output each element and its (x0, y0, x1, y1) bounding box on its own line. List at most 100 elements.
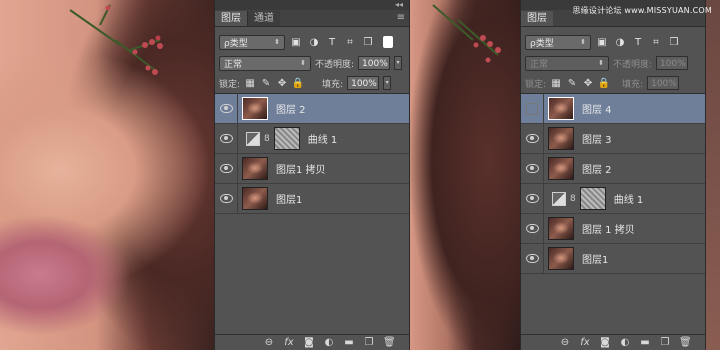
tab-channels[interactable]: 通道 (247, 11, 280, 26)
layer-name: 图层 2 (582, 165, 612, 176)
pixel-filter-icon[interactable]: ▣ (289, 35, 303, 49)
opacity-dropdown-icon[interactable]: ▾ (394, 56, 403, 70)
layer-row[interactable]: 图层 1 拷贝 (521, 214, 705, 244)
new-adjustment-icon[interactable]: ◐ (323, 337, 335, 348)
visibility-toggle[interactable] (521, 244, 544, 273)
fx-icon[interactable]: fx (283, 337, 295, 348)
shape-filter-icon[interactable]: ⌗ (649, 35, 663, 49)
fill-input[interactable]: 100% (347, 76, 380, 90)
new-layer-icon[interactable]: ❐ (659, 337, 671, 348)
layer-row[interactable]: 图层1 (521, 244, 705, 274)
shape-filter-icon[interactable]: ⌗ (343, 35, 357, 49)
panel-bottom-bar: ⊖ fx ◙ ◐ ▬ ❐ 🗑 (521, 334, 705, 350)
flower-sprig-image (432, 4, 501, 63)
lock-image-icon[interactable]: ✎ (566, 77, 578, 89)
chevron-down-icon: ⬍ (580, 38, 586, 46)
visibility-toggle[interactable] (215, 124, 238, 153)
layer-thumbnail (242, 157, 268, 180)
panel-bottom-bar: ⊖ fx ◙ ◐ ▬ ❐ 🗑 (215, 334, 409, 350)
layer-row[interactable]: 8 曲线 1 (521, 184, 705, 214)
photo-middle-portrait (408, 0, 520, 350)
delete-layer-icon[interactable]: 🗑 (679, 337, 692, 348)
layer-row[interactable]: 图层 3 (521, 124, 705, 154)
new-group-icon[interactable]: ▬ (343, 337, 355, 348)
blend-mode-value: 正常 (530, 59, 549, 70)
new-adjustment-icon[interactable]: ◐ (619, 337, 631, 348)
chevron-down-icon: ⬍ (598, 59, 604, 67)
visibility-toggle[interactable] (521, 184, 544, 213)
pixel-filter-icon[interactable]: ▣ (595, 35, 609, 49)
visibility-toggle[interactable] (215, 94, 238, 123)
blend-mode-select[interactable]: 正常 ⬍ (525, 55, 609, 71)
add-mask-icon[interactable]: ◙ (599, 337, 611, 348)
lock-transparent-icon[interactable]: ▦ (244, 77, 256, 89)
type-filter-icon[interactable]: T (325, 35, 339, 49)
smart-object-filter-icon[interactable]: ❒ (667, 35, 681, 49)
filter-toggle[interactable] (383, 36, 393, 48)
layer-row[interactable]: 图层 4 (521, 94, 705, 124)
layer-row[interactable]: 图层1 拷贝 (215, 154, 409, 184)
photo-right-edge (704, 0, 720, 350)
layer-name: 曲线 1 (613, 195, 644, 206)
fx-icon[interactable]: fx (579, 337, 591, 348)
new-layer-icon[interactable]: ❐ (363, 337, 375, 348)
add-mask-icon[interactable]: ◙ (303, 337, 315, 348)
visibility-toggle[interactable] (521, 154, 544, 183)
layer-row[interactable]: 图层 2 (215, 94, 409, 124)
tab-layers[interactable]: 图层 (521, 11, 553, 26)
layers-panel-right: 图层 ρ类型 ⬍ ▣ ◑ T ⌗ ❒ 正常 ⬍ 不透明度: 100% 锁定: ▦… (520, 0, 706, 350)
delete-layer-icon[interactable]: 🗑 (383, 337, 396, 348)
layer-name: 图层 3 (582, 135, 612, 146)
layer-row[interactable]: 8 曲线 1 (215, 124, 409, 154)
panel-title-strip: ◂◂ (215, 0, 409, 10)
lock-all-icon[interactable]: 🔒 (292, 77, 304, 89)
adjustment-filter-icon[interactable]: ◑ (307, 35, 321, 49)
smart-object-filter-icon[interactable]: ❒ (361, 35, 375, 49)
filter-type-select[interactable]: ρ类型 ⬍ (525, 34, 591, 50)
visibility-toggle[interactable] (521, 124, 544, 153)
fill-label: 填充: (622, 79, 644, 90)
opacity-input[interactable]: 100% (656, 56, 689, 70)
visibility-toggle[interactable] (215, 154, 238, 183)
layer-name: 图层 1 拷贝 (582, 225, 635, 236)
chain-link-icon[interactable]: 8 (570, 194, 576, 204)
panel-menu-icon[interactable]: ≡ (397, 12, 405, 23)
layer-thumbnail (548, 97, 574, 120)
fill-dropdown-icon[interactable]: ▾ (383, 76, 392, 90)
layer-mask-thumbnail (579, 187, 606, 210)
layer-name: 图层 4 (582, 105, 612, 116)
collapse-icon[interactable]: ◂◂ (395, 0, 403, 10)
blend-row: 正常 ⬍ 不透明度: 100% ▾ (215, 53, 409, 73)
new-group-icon[interactable]: ▬ (639, 337, 651, 348)
panel-tabs: 图层 通道 ≡ (215, 10, 409, 27)
eye-icon (219, 134, 233, 143)
blend-mode-value: 正常 (224, 59, 243, 70)
visibility-toggle[interactable] (215, 184, 238, 213)
type-filter-icon[interactable]: T (631, 35, 645, 49)
filter-type-select[interactable]: ρ类型 ⬍ (219, 34, 285, 50)
layer-row[interactable]: 图层1 (215, 184, 409, 214)
adjustment-filter-icon[interactable]: ◑ (613, 35, 627, 49)
lock-image-icon[interactable]: ✎ (260, 77, 272, 89)
eye-icon (525, 194, 539, 203)
chain-link-icon[interactable]: 8 (264, 134, 270, 144)
filter-type-label: ρ类型 (530, 38, 554, 49)
tab-layers[interactable]: 图层 (215, 11, 247, 26)
eye-icon (219, 194, 233, 203)
eye-icon (525, 164, 539, 173)
opacity-input[interactable]: 100% (358, 56, 391, 70)
fill-input[interactable]: 100% (647, 76, 680, 90)
lock-all-icon[interactable]: 🔒 (598, 77, 610, 89)
flower-sprig-image (69, 4, 163, 75)
lock-transparent-icon[interactable]: ▦ (550, 77, 562, 89)
eye-icon (525, 254, 539, 263)
blend-mode-select[interactable]: 正常 ⬍ (219, 55, 311, 71)
eye-icon (219, 164, 233, 173)
visibility-toggle[interactable] (521, 214, 544, 243)
lock-position-icon[interactable]: ✥ (582, 77, 594, 89)
visibility-toggle[interactable] (521, 94, 544, 123)
link-layers-icon[interactable]: ⊖ (559, 337, 571, 348)
lock-position-icon[interactable]: ✥ (276, 77, 288, 89)
link-layers-icon[interactable]: ⊖ (263, 337, 275, 348)
layer-row[interactable]: 图层 2 (521, 154, 705, 184)
